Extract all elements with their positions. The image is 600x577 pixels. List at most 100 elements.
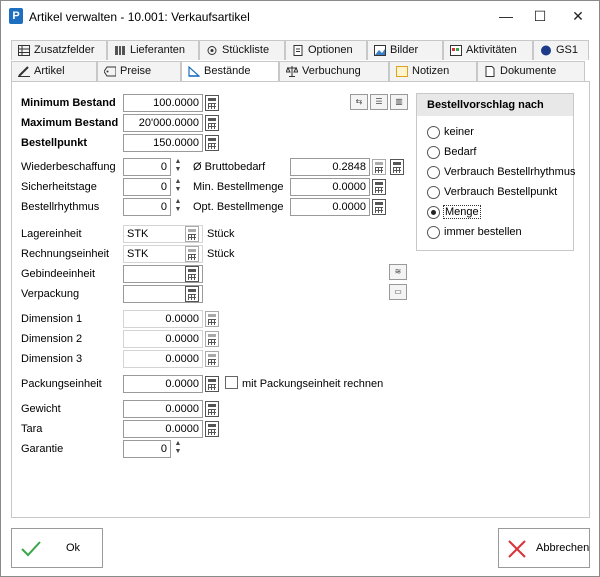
- calculator-icon[interactable]: [205, 421, 219, 437]
- lagereinheit-name: Stück: [207, 228, 235, 240]
- spinner-arrows-icon[interactable]: ▲ ▼: [173, 198, 183, 216]
- bestellpunkt-field[interactable]: 150.0000: [123, 134, 203, 152]
- price-tag-icon: [104, 66, 116, 77]
- package-icon[interactable]: ▭: [389, 284, 407, 300]
- calculator-icon[interactable]: [205, 401, 219, 417]
- packungseinheit-check-label: mit Packungseinheit rechnen: [242, 378, 384, 390]
- tara-field[interactable]: 0.0000: [123, 420, 203, 438]
- packungseinheit-field[interactable]: 0.0000: [123, 375, 203, 393]
- checkmark-icon: [21, 541, 41, 557]
- title-bar: P Artikel verwalten - 10.001: Verkaufsar…: [1, 1, 599, 31]
- bruttobedarf-label: Ø Bruttobedarf: [193, 161, 266, 173]
- max-bestand-field[interactable]: 20'000.0000: [123, 114, 203, 132]
- dialog-window: P Artikel verwalten - 10.001: Verkaufsar…: [0, 0, 600, 577]
- tab-gs1[interactable]: GS1: [533, 40, 589, 60]
- parts-icon: [207, 46, 217, 55]
- packungseinheit-checkbox[interactable]: [225, 376, 238, 389]
- tab-row-2: Artikel Preise Bestände Verbuchung Notiz…: [11, 61, 585, 82]
- calculator-icon[interactable]: [205, 311, 219, 327]
- activities-icon: [450, 45, 462, 56]
- min-bestand-field[interactable]: 100.0000: [123, 94, 203, 112]
- books-icon: [115, 46, 125, 55]
- gebindeeinheit-label: Gebindeeinheit: [21, 268, 96, 280]
- tab-optionen[interactable]: Optionen: [285, 40, 367, 60]
- tab-lieferanten[interactable]: Lieferanten: [107, 40, 199, 60]
- calculator-icon[interactable]: [205, 135, 219, 151]
- lookup-table-icon[interactable]: [185, 226, 199, 242]
- dimension3-label: Dimension 3: [21, 353, 83, 365]
- tab-preise[interactable]: Preise: [97, 61, 181, 81]
- dimension1-label: Dimension 1: [21, 313, 83, 325]
- bruttobedarf-field[interactable]: 0.2848: [290, 158, 370, 176]
- opt-bestellmenge-field[interactable]: 0.0000: [290, 198, 370, 216]
- max-bestand-label: Maximum Bestand: [21, 117, 119, 129]
- wiederbeschaffung-field[interactable]: 0: [123, 158, 171, 176]
- dimension3-field[interactable]: 0.0000: [123, 350, 203, 368]
- table-icon: [18, 45, 30, 56]
- radio-button[interactable]: [427, 226, 440, 239]
- calculator-icon[interactable]: [205, 351, 219, 367]
- calculator-icon[interactable]: [205, 115, 219, 131]
- radio-button[interactable]: [427, 186, 440, 199]
- image-icon: [374, 45, 386, 56]
- ok-button[interactable]: Ok: [11, 528, 103, 568]
- calculator-icon[interactable]: [372, 199, 386, 215]
- note-icon: [396, 66, 408, 77]
- lookup-table-icon[interactable]: [185, 246, 199, 262]
- cancel-button[interactable]: Abbrechen: [498, 528, 590, 568]
- chart-tool-icon[interactable]: ▥: [390, 94, 408, 110]
- garantie-label: Garantie: [21, 443, 64, 455]
- scale-icon: [286, 66, 298, 77]
- sicherheitstage-field[interactable]: 0: [123, 178, 171, 196]
- tab-artikel[interactable]: Artikel: [11, 61, 97, 81]
- radio-button-selected[interactable]: [427, 206, 440, 219]
- tab-bilder[interactable]: Bilder: [367, 40, 443, 60]
- calculator-icon[interactable]: [372, 159, 386, 175]
- maximize-button[interactable]: ☐: [525, 5, 555, 27]
- tara-label: Tara: [21, 423, 43, 435]
- sort-tool-icon[interactable]: ⇆: [350, 94, 368, 110]
- spinner-arrows-icon[interactable]: ▲ ▼: [173, 440, 183, 458]
- calculator-icon[interactable]: [205, 95, 219, 111]
- bestellpunkt-label: Bestellpunkt: [21, 137, 88, 149]
- table-lookup-icon[interactable]: [390, 159, 404, 175]
- lookup-table-icon[interactable]: [185, 286, 199, 302]
- window-title: Artikel verwalten - 10.001: Verkaufsarti…: [29, 10, 250, 24]
- tab-verbuchung[interactable]: Verbuchung: [279, 61, 389, 81]
- min-bestellmenge-field[interactable]: 0.0000: [290, 178, 370, 196]
- bestellrhythmus-field[interactable]: 0: [123, 198, 171, 216]
- tab-zusatzfelder[interactable]: Zusatzfelder: [11, 40, 107, 60]
- radio-button[interactable]: [427, 166, 440, 179]
- close-button[interactable]: ✕: [563, 5, 593, 27]
- dimension2-label: Dimension 2: [21, 333, 83, 345]
- bestellvorschlag-group: Bestellvorschlag nach keiner Bedarf Verb…: [416, 93, 575, 251]
- radio-button[interactable]: [427, 126, 440, 139]
- gewicht-field[interactable]: 0.0000: [123, 400, 203, 418]
- tab-bestaende[interactable]: Bestände: [181, 61, 279, 82]
- tab-notizen[interactable]: Notizen: [389, 61, 477, 81]
- spinner-arrows-icon[interactable]: ▲ ▼: [173, 158, 183, 176]
- dimension2-field[interactable]: 0.0000: [123, 330, 203, 348]
- app-icon: P: [9, 8, 23, 24]
- stack-icon[interactable]: ≋: [389, 264, 407, 280]
- document-icon: [485, 66, 495, 77]
- minimize-button[interactable]: —: [491, 5, 521, 27]
- spinner-arrows-icon[interactable]: ▲ ▼: [173, 178, 183, 196]
- wiederbeschaffung-label: Wiederbeschaffung: [21, 161, 116, 173]
- gs1-icon: [541, 45, 551, 56]
- cross-icon: [508, 540, 526, 558]
- calculator-icon[interactable]: [205, 376, 219, 392]
- gewicht-label: Gewicht: [21, 403, 61, 415]
- list-tool-icon[interactable]: ☰: [370, 94, 388, 110]
- rechnungseinheit-label: Rechnungseinheit: [21, 248, 110, 260]
- lookup-table-icon[interactable]: [185, 266, 199, 282]
- tab-stueckliste[interactable]: Stückliste: [199, 40, 285, 60]
- radio-button[interactable]: [427, 146, 440, 159]
- tab-aktivitaeten[interactable]: Aktivitäten: [443, 40, 533, 60]
- calculator-icon[interactable]: [205, 331, 219, 347]
- tab-dokumente[interactable]: Dokumente: [477, 61, 585, 81]
- pencil-icon: [18, 66, 30, 77]
- calculator-icon[interactable]: [372, 179, 386, 195]
- garantie-field[interactable]: 0: [123, 440, 171, 458]
- dimension1-field[interactable]: 0.0000: [123, 310, 203, 328]
